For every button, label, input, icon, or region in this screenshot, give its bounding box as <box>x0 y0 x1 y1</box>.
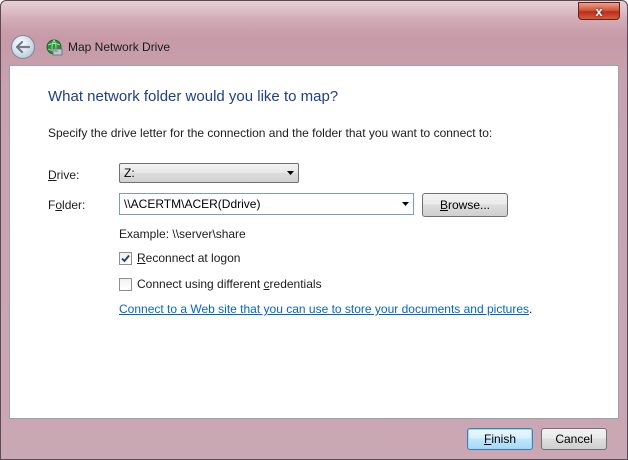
chevron-down-icon[interactable] <box>282 164 298 182</box>
web-site-link-row: Connect to a Web site that you can use t… <box>119 302 533 316</box>
reconnect-checkbox-row[interactable]: Reconnect at logon <box>119 251 240 265</box>
folder-input[interactable]: \\ACERTM\ACER(Ddrive) <box>119 193 414 215</box>
close-button[interactable]: x <box>578 2 620 20</box>
folder-label: Folder: <box>48 198 86 212</box>
cancel-button[interactable]: Cancel <box>541 428 607 450</box>
chevron-down-icon[interactable] <box>397 194 413 214</box>
network-drive-icon <box>46 39 63 56</box>
credentials-checkbox-row[interactable]: Connect using different credentials <box>119 277 322 291</box>
web-site-link[interactable]: Connect to a Web site that you can use t… <box>119 302 529 316</box>
wizard-footer: Finish Cancel <box>9 419 619 459</box>
reconnect-label: Reconnect at logon <box>137 251 241 265</box>
drive-select[interactable]: Z: <box>119 163 299 183</box>
navigation-bar: Map Network Drive <box>9 29 619 65</box>
credentials-checkbox[interactable] <box>119 277 132 291</box>
wizard-content: What network folder would you like to ma… <box>9 65 619 419</box>
checkmark-icon <box>121 254 130 262</box>
folder-input-value[interactable]: \\ACERTM\ACER(Ddrive) <box>120 197 397 211</box>
drive-label: Drive: <box>48 168 80 182</box>
back-arrow-icon <box>16 41 30 53</box>
browse-button[interactable]: Browse... <box>422 193 508 217</box>
back-button[interactable] <box>11 35 35 59</box>
credentials-label: Connect using different credentials <box>137 277 322 291</box>
example-text: Example: \\server\share <box>119 227 246 241</box>
page-heading: What network folder would you like to ma… <box>48 88 339 105</box>
window-title: Map Network Drive <box>68 40 171 54</box>
map-network-drive-window: x Map Network Drive What network folder … <box>0 0 628 460</box>
finish-button[interactable]: Finish <box>467 428 533 450</box>
instruction-text: Specify the drive letter for the connect… <box>48 126 493 140</box>
title-bar[interactable]: x <box>1 1 627 29</box>
close-icon: x <box>595 3 603 19</box>
drive-select-value: Z: <box>124 166 135 180</box>
reconnect-checkbox[interactable] <box>119 251 132 265</box>
